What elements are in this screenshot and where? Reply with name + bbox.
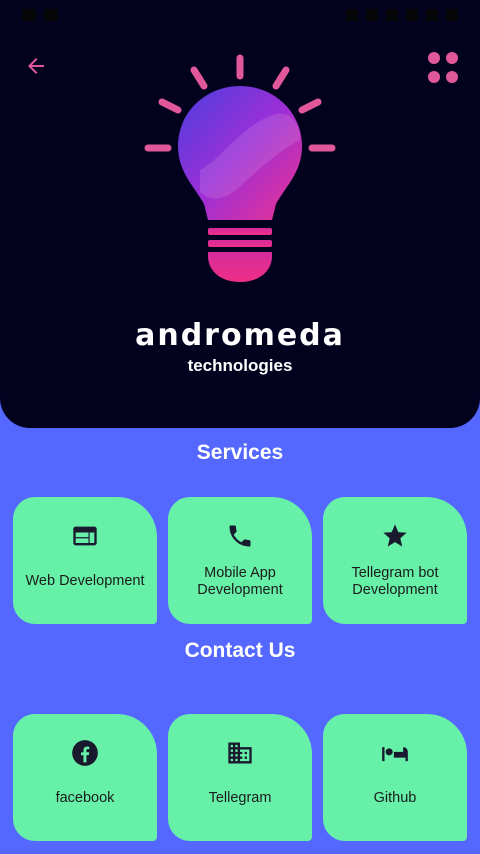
contact-label: facebook [55,790,115,806]
status-icon [366,9,378,21]
status-icon [346,9,358,21]
contact-card-telegram[interactable]: Tellegram [168,714,312,841]
lightbulb-logo-icon [144,54,336,282]
brand-subtitle: technologies [187,356,293,375]
building-icon [228,742,252,764]
services-title: Services [196,441,284,464]
status-icon [386,9,398,21]
service-card-web-development[interactable]: Web Development [13,497,157,624]
status-icon [446,9,458,21]
contact-card-facebook[interactable]: facebook [13,714,157,841]
service-card-telegram-bot[interactable]: Tellegram bot Development [323,497,467,624]
hero-header: andromeda technologies [0,0,480,428]
menu-dot [446,71,458,83]
contact-cards: facebook Tellegram Github [13,714,467,841]
facebook-icon [72,740,98,766]
phone-icon [229,525,251,547]
service-label: Web Development [25,573,145,589]
arrow-left-icon [28,58,44,74]
apps-menu-button[interactable] [428,52,460,84]
status-icon [426,9,438,21]
services-cards: Web Development Mobile App Development T… [13,497,467,624]
service-card-mobile-app[interactable]: Mobile App Development [168,497,312,624]
contact-title: Contact Us [184,639,296,662]
menu-dot [428,52,440,64]
bed-icon [382,747,408,762]
service-label: Mobile App Development [197,564,283,598]
status-bar [0,0,480,30]
status-icon [406,9,418,21]
contact-label: Tellegram [208,790,272,806]
star-icon [383,524,407,547]
service-label: Tellegram bot Development [351,564,439,598]
notification-icon [44,9,58,21]
menu-dot [428,71,440,83]
web-window-icon [73,526,97,546]
contact-label: Github [373,790,417,806]
brand-name: andromeda [135,318,345,353]
back-button[interactable] [22,52,50,80]
notification-icon [22,9,36,21]
contact-card-github[interactable]: Github [323,714,467,841]
menu-dot [446,52,458,64]
